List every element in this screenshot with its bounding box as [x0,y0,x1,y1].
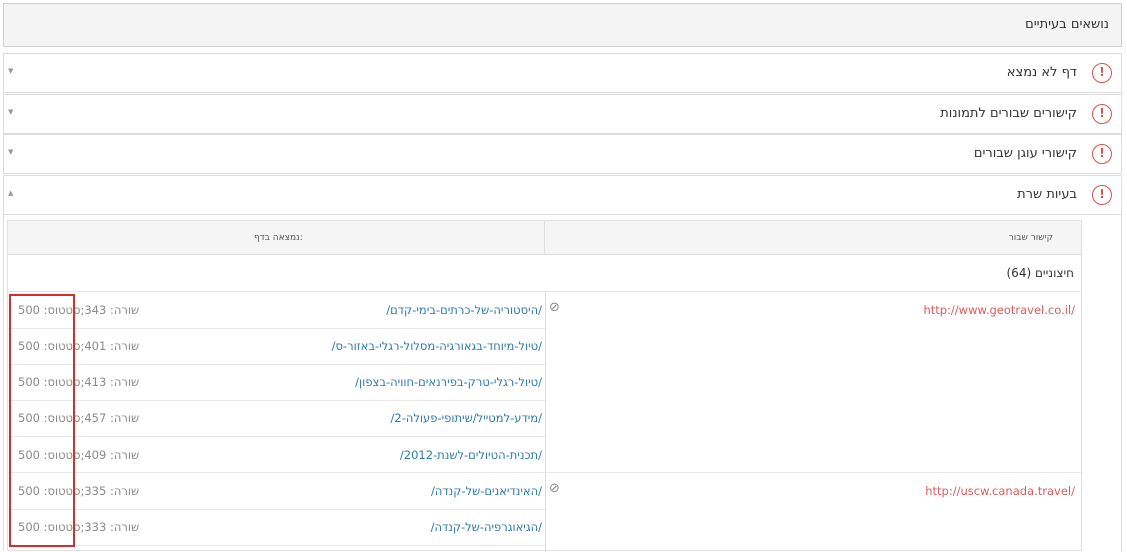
broken-link-url[interactable]: http://www.geotravel.co.il/ [923,303,1075,317]
alert-icon: ! [1092,144,1112,164]
source-page-link[interactable]: /תכנית-הטיולים-לשנת-2012/ [400,448,542,462]
source-page-link[interactable]: /הגיאוגרפיה-של-קנדה/ [431,520,542,534]
panel-label: דף לא נמצא [1006,65,1077,80]
panel-server-issues[interactable]: ! בעיות שרת ▲ [3,175,1122,215]
alert-icon: ! [1092,185,1112,205]
entry-divider [8,472,1081,473]
broken-link-url[interactable]: http://uscw.canada.travel/ [925,484,1075,498]
row-divider [8,436,545,437]
source-page-link[interactable]: /היסטוריה-של-כרתים-בימי-קדם/ [386,303,542,317]
chevron-down-icon[interactable]: ▼ [8,148,13,156]
row-divider [8,400,545,401]
problematic-issues-header: נושאים בעיתיים [3,3,1122,47]
column-header-label: נמצאה בדף: [254,233,303,243]
panel-page-not-found[interactable]: ! דף לא נמצא ▼ [3,53,1122,93]
source-page-link[interactable]: /טיול-רגלי-טרק-בפירנאים-חוויה-בצפון/ [355,375,542,389]
ban-icon[interactable]: ⊘ [549,300,560,315]
row-divider [8,545,545,546]
row-divider [8,364,545,365]
ban-icon[interactable]: ⊘ [549,481,560,496]
header-title: נושאים בעיתיים [1025,17,1109,32]
chevron-down-icon[interactable]: ▼ [8,67,13,75]
chevron-down-icon[interactable]: ▼ [8,108,13,116]
panel-label: קישורים שבורים לתמונות [940,106,1077,121]
source-page-link[interactable]: /האינדיאנים-של-קנדה/ [431,484,542,498]
alert-icon: ! [1092,63,1112,83]
status-highlight-box [9,294,75,547]
chevron-up-icon[interactable]: ▲ [8,189,13,197]
group-row-external[interactable]: (64) חיצוניים [8,255,1081,292]
source-page-link[interactable]: /טיול-מיוחד-בגאורגיה-מסלול-רגלי-באזור-ס/ [332,339,542,353]
panel-label: קישורי עוגן שבורים [973,146,1077,161]
alert-icon: ! [1092,104,1112,124]
column-divider [545,292,546,552]
row-divider [8,328,545,329]
panel-broken-anchor-links[interactable]: ! קישורי עוגן שבורים ▼ [3,134,1122,174]
panel-label: בעיות שרת [1017,187,1077,202]
group-label: (64) חיצוניים [1006,266,1075,280]
column-header-found-on[interactable]: נמצאה בדף: [8,221,545,255]
column-header-broken-link[interactable]: קישור שבור [545,221,1081,255]
column-header-label: קישור שבור [1008,233,1053,243]
row-divider [8,509,545,510]
broken-links-table: נמצאה בדף: קישור שבור (64) חיצוניים http… [7,220,1082,552]
source-page-link[interactable]: /מידע-למטייל/שיתופי-פעולה-2/ [391,411,542,425]
panel-broken-image-links[interactable]: ! קישורים שבורים לתמונות ▼ [3,94,1122,134]
